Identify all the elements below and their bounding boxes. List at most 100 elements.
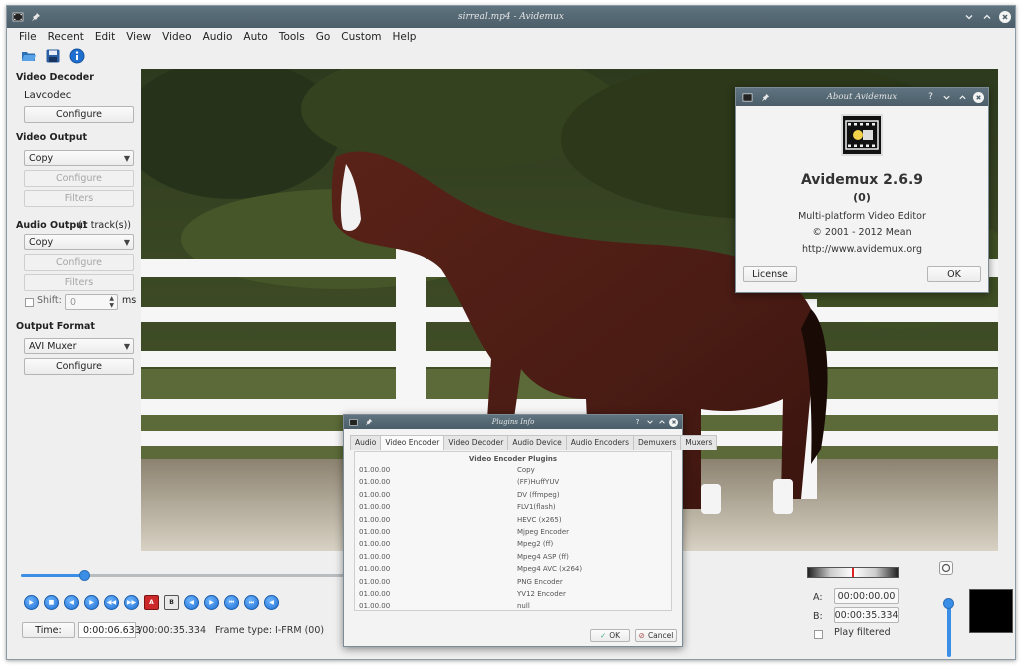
menu-video[interactable]: Video [158, 31, 195, 43]
help-button[interactable]: ? [633, 418, 642, 427]
plugin-name: Mpeg2 (ff) [517, 540, 554, 549]
menu-auto[interactable]: Auto [239, 31, 271, 43]
menu-tools[interactable]: Tools [275, 31, 309, 43]
zoom-icon[interactable] [939, 561, 953, 575]
tab-audio-device[interactable]: Audio Device [507, 435, 567, 450]
goto-marker-b-icon[interactable]: ▶ [204, 595, 219, 610]
video-codec-select[interactable]: Copy ▼ [24, 150, 134, 166]
minimize-button[interactable] [645, 418, 654, 427]
play-icon[interactable]: ▶ [24, 595, 39, 610]
next-keyframe-icon[interactable]: ▶▶ [124, 595, 139, 610]
set-marker-a-icon[interactable]: A [144, 595, 159, 610]
menu-help[interactable]: Help [388, 31, 420, 43]
plugin-name: Mpeg4 ASP (ff) [517, 552, 569, 561]
tab-audio-encoders[interactable]: Audio Encoders [565, 435, 634, 450]
menu-file[interactable]: File [15, 31, 41, 43]
previous-frame-icon[interactable]: ◀ [64, 595, 79, 610]
tab-audio[interactable]: Audio [350, 435, 382, 450]
main-titlebar[interactable]: sirreal.mp4 - Avidemux [7, 6, 1015, 28]
shift-label: Shift: [37, 295, 62, 306]
close-button[interactable] [669, 417, 678, 427]
next-frame-icon[interactable]: ▶ [84, 595, 99, 610]
menu-view[interactable]: View [122, 31, 155, 43]
about-titlebar[interactable]: About Avidemux ? [736, 88, 988, 106]
pin-icon[interactable] [758, 90, 772, 104]
plugins-ok-button[interactable]: ✓ OK [590, 629, 630, 642]
marker-a-label: A: [813, 592, 823, 603]
play-filtered-checkbox[interactable] [814, 630, 823, 639]
timeline-slider-fill [21, 574, 84, 577]
cancel-icon: ⊘ [638, 631, 645, 640]
marker-b-field[interactable]: 00:00:35.334 [834, 607, 899, 623]
maximize-button[interactable] [981, 11, 993, 23]
muxer-select[interactable]: AVI Muxer ▼ [24, 338, 134, 354]
shift-unit: ms [122, 295, 137, 306]
menu-custom[interactable]: Custom [337, 31, 385, 43]
previous-keyframe-icon[interactable]: ◀◀ [104, 595, 119, 610]
marker-a-field[interactable]: 00:00:00.00 [834, 588, 899, 604]
audio-output-configure-button[interactable]: Configure [24, 254, 134, 271]
chevron-down-icon: ▼ [123, 154, 130, 163]
audio-track-count: (1 track(s)) [78, 220, 132, 231]
plugins-cancel-label: Cancel [647, 631, 674, 640]
close-button[interactable] [973, 91, 984, 103]
main-toolbar [21, 47, 85, 65]
maximize-button[interactable] [657, 418, 666, 427]
volume-slider-knob[interactable] [943, 598, 954, 609]
time-button[interactable]: Time: [22, 622, 75, 638]
menu-audio[interactable]: Audio [199, 31, 237, 43]
menu-edit[interactable]: Edit [91, 31, 119, 43]
plugin-version: 01.00.00 [359, 589, 391, 598]
video-output-title: Video Output [16, 132, 88, 143]
menu-recent[interactable]: Recent [44, 31, 88, 43]
help-button[interactable]: ? [925, 92, 936, 103]
tab-video-decoder[interactable]: Video Decoder [443, 435, 509, 450]
about-url[interactable]: http://www.avidemux.org [736, 244, 988, 255]
plugin-version: 01.00.00 [359, 527, 391, 536]
last-frame-icon[interactable]: ⏭ [244, 595, 259, 610]
timeline-slider[interactable] [21, 570, 351, 581]
plugins-titlebar[interactable]: Plugins Info ? [344, 415, 682, 429]
plugins-cancel-button[interactable]: ⊘ Cancel [635, 629, 677, 642]
current-time-field[interactable]: 0:00:06.633 [78, 622, 141, 638]
about-ok-button[interactable]: OK [927, 266, 981, 282]
plugin-name: FLV1(flash) [517, 503, 556, 512]
goto-marker-a-icon[interactable]: ◀ [184, 595, 199, 610]
video-decoder-configure-button[interactable]: Configure [24, 106, 134, 123]
stop-icon[interactable]: ■ [44, 595, 59, 610]
table-row: 01.00.00 (FF)HuffYUV [355, 476, 671, 488]
video-filters-button[interactable]: Filters [24, 190, 134, 207]
plugin-version: 01.00.00 [359, 478, 391, 487]
timeline-slider-knob[interactable] [79, 570, 90, 581]
selection-gauge-marker [852, 568, 854, 577]
set-marker-b-icon[interactable]: B [164, 595, 179, 610]
first-frame-icon[interactable]: ⏮ [224, 595, 239, 610]
volume-slider[interactable] [947, 602, 951, 657]
close-button[interactable] [999, 11, 1011, 23]
tab-demuxers[interactable]: Demuxers [633, 435, 682, 450]
table-row: 01.00.00 Mpeg2 (ff) [355, 538, 671, 550]
save-file-icon[interactable] [45, 48, 61, 64]
open-file-icon[interactable] [21, 48, 37, 64]
selection-gauge [807, 567, 899, 578]
minimize-button[interactable] [941, 92, 952, 103]
tab-video-encoder[interactable]: Video Encoder [380, 435, 445, 450]
muxer-value: AVI Muxer [29, 340, 77, 352]
menu-go[interactable]: Go [312, 31, 335, 43]
shift-spinbox[interactable]: 0 ▲ ▼ [65, 294, 118, 310]
info-icon[interactable] [69, 48, 85, 64]
pin-icon[interactable] [363, 417, 374, 428]
license-button[interactable]: License [743, 266, 797, 282]
shift-checkbox[interactable] [25, 298, 34, 307]
previous-black-frame-icon[interactable]: ◀ [264, 595, 279, 610]
maximize-button[interactable] [957, 92, 968, 103]
tab-muxers[interactable]: Muxers [680, 435, 718, 450]
pin-icon[interactable] [29, 10, 43, 24]
minimize-button[interactable] [963, 11, 975, 23]
audio-codec-select[interactable]: Copy ▼ [24, 234, 134, 250]
menu-bar: File Recent Edit View Video Audio Auto T… [7, 28, 1015, 46]
table-row: 01.00.00 HEVC (x265) [355, 514, 671, 526]
video-output-configure-button[interactable]: Configure [24, 170, 134, 187]
audio-filters-button[interactable]: Filters [24, 274, 134, 291]
output-format-configure-button[interactable]: Configure [24, 358, 134, 375]
